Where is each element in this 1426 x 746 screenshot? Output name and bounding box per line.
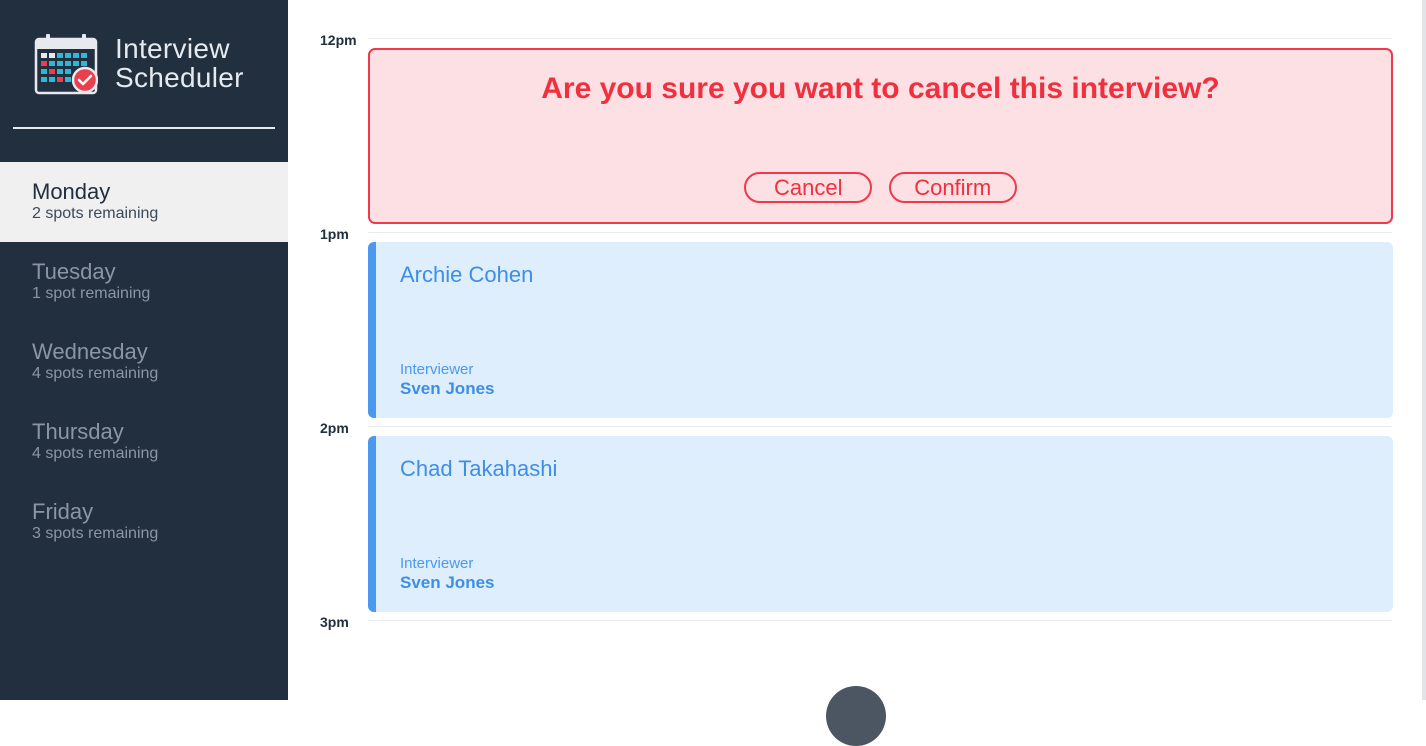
time-divider bbox=[368, 232, 1392, 233]
interviewer-name: Sven Jones bbox=[400, 379, 495, 398]
day-spots: 4 spots remaining bbox=[32, 365, 159, 382]
appointment-card[interactable]: Archie Cohen Interviewer Sven Jones bbox=[368, 242, 1393, 418]
day-name: Friday bbox=[32, 499, 94, 524]
day-item-tuesday[interactable]: Tuesday 1 spot remaining bbox=[0, 242, 288, 322]
app-title-line1: Interview bbox=[115, 33, 230, 64]
floating-action-button[interactable] bbox=[826, 686, 886, 746]
interviewer-label: Interviewer bbox=[400, 361, 474, 378]
time-label: 2pm bbox=[320, 420, 349, 436]
appointment-card[interactable]: Chad Takahashi Interviewer Sven Jones bbox=[368, 436, 1393, 612]
confirm-message: Are you sure you want to cancel this int… bbox=[541, 72, 1220, 105]
day-name: Monday bbox=[32, 179, 111, 204]
interviewer-name: Sven Jones bbox=[400, 573, 495, 592]
app-title-line2: Scheduler bbox=[115, 62, 244, 93]
page-edge bbox=[1422, 0, 1426, 700]
day-spots: 2 spots remaining bbox=[32, 205, 159, 222]
day-list: Monday 2 spots remaining Tuesday 1 spot … bbox=[0, 162, 288, 562]
day-name: Tuesday bbox=[32, 259, 116, 284]
day-name: Wednesday bbox=[32, 339, 148, 364]
sidebar-divider bbox=[13, 127, 275, 129]
day-name: Thursday bbox=[32, 419, 124, 444]
day-spots: 3 spots remaining bbox=[32, 525, 159, 542]
day-spots: 4 spots remaining bbox=[32, 445, 159, 462]
time-label: 12pm bbox=[320, 32, 357, 48]
calendar-check-icon bbox=[34, 33, 99, 95]
student-name: Chad Takahashi bbox=[400, 456, 558, 481]
time-divider bbox=[368, 38, 1392, 39]
day-item-thursday[interactable]: Thursday 4 spots remaining bbox=[0, 402, 288, 482]
day-spots: 1 spot remaining bbox=[32, 285, 151, 302]
sidebar: Interview Scheduler Monday 2 spots remai… bbox=[0, 0, 288, 700]
time-divider bbox=[368, 426, 1392, 427]
time-label: 1pm bbox=[320, 226, 349, 242]
interviewer-label: Interviewer bbox=[400, 555, 474, 572]
day-item-wednesday[interactable]: Wednesday 4 spots remaining bbox=[0, 322, 288, 402]
day-item-monday[interactable]: Monday 2 spots remaining bbox=[0, 162, 288, 242]
app-title: Interview Scheduler bbox=[115, 34, 244, 92]
student-name: Archie Cohen bbox=[400, 262, 534, 287]
confirm-button[interactable]: Confirm bbox=[888, 172, 1017, 203]
schedule: 12pm Are you sure you want to cancel thi… bbox=[288, 0, 1422, 746]
day-item-friday[interactable]: Friday 3 spots remaining bbox=[0, 482, 288, 562]
confirm-actions: Cancel Confirm bbox=[370, 172, 1391, 203]
cancel-confirmation: Are you sure you want to cancel this int… bbox=[368, 48, 1393, 224]
cancel-button[interactable]: Cancel bbox=[744, 172, 873, 203]
time-divider bbox=[368, 620, 1392, 621]
time-label: 3pm bbox=[320, 614, 349, 630]
